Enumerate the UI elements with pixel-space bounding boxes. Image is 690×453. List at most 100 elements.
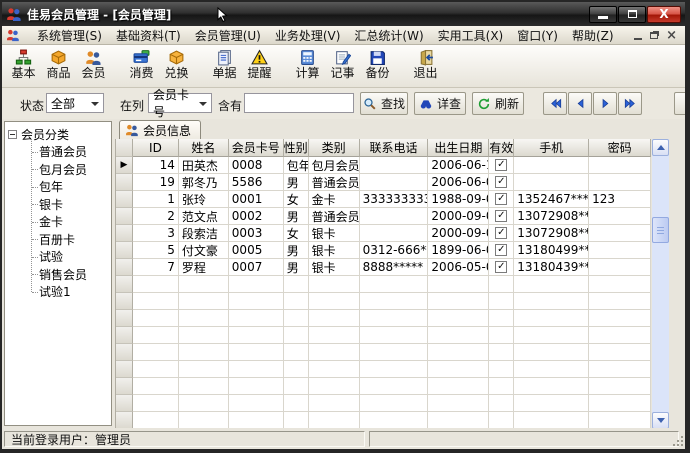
cell-mobile[interactable] — [514, 157, 589, 174]
cell-id[interactable]: 14 — [133, 157, 179, 174]
menu-item-3[interactable]: 会员管理(U) — [188, 26, 268, 45]
toolbar-button-members[interactable]: 会员 — [76, 48, 111, 85]
maximize-button[interactable] — [618, 6, 646, 23]
valid-checkbox[interactable]: ✓ — [495, 244, 507, 256]
cell-id[interactable]: 7 — [133, 259, 179, 276]
cell-valid[interactable]: ✓ — [489, 259, 514, 276]
mdi-close-button[interactable]: × — [666, 29, 677, 42]
menu-item-2[interactable]: 基础资料(T) — [109, 26, 188, 45]
toolbar-button-backup-disk[interactable]: 备份 — [360, 48, 395, 85]
column-header-id[interactable]: ID — [133, 139, 179, 157]
cell-category[interactable]: 银卡 — [309, 259, 360, 276]
cell-password[interactable] — [589, 208, 651, 225]
cell-phone[interactable]: 0312-666***** — [360, 242, 429, 259]
cell-valid[interactable]: ✓ — [489, 208, 514, 225]
cell-birth[interactable]: 2006-06-07 — [428, 174, 489, 191]
sidebar-item-3[interactable]: 包年 — [5, 178, 111, 196]
sidebar-item-8[interactable]: 销售会员 — [5, 266, 111, 284]
menu-item-7[interactable]: 窗口(Y) — [510, 26, 565, 45]
row-selector[interactable] — [116, 174, 133, 191]
sidebar-item-1[interactable]: 普通会员 — [5, 143, 111, 161]
cell-birth[interactable]: 1988-09-08 — [428, 191, 489, 208]
mdi-minimize-button[interactable] — [634, 38, 642, 40]
cell-name[interactable]: 郭冬乃 — [179, 174, 229, 191]
cell-mobile[interactable] — [514, 174, 589, 191]
cell-phone[interactable] — [360, 208, 429, 225]
cell-category[interactable]: 银卡 — [309, 225, 360, 242]
status-select[interactable]: 全部 — [46, 93, 104, 113]
cell-password[interactable] — [589, 174, 651, 191]
column-header-mobile[interactable]: 手机 — [514, 139, 589, 157]
valid-checkbox[interactable]: ✓ — [495, 159, 507, 171]
column-header-birth[interactable]: 出生日期 — [428, 139, 489, 157]
cell-gender[interactable]: 包年 — [284, 157, 309, 174]
row-selector[interactable] — [116, 259, 133, 276]
valid-checkbox[interactable]: ✓ — [495, 193, 507, 205]
column-header-gender[interactable]: 性别 — [284, 139, 309, 157]
row-selector[interactable] — [116, 242, 133, 259]
column-header-category[interactable]: 类别 — [309, 139, 360, 157]
cell-password[interactable] — [589, 242, 651, 259]
cell-name[interactable]: 段索洁 — [179, 225, 229, 242]
valid-checkbox[interactable]: ✓ — [495, 261, 507, 273]
refresh-button[interactable]: 刷新 — [472, 92, 524, 115]
cell-phone[interactable] — [360, 225, 429, 242]
cell-card[interactable]: 0002 — [229, 208, 284, 225]
sidebar-item-5[interactable]: 金卡 — [5, 213, 111, 231]
row-selector[interactable]: ▶ — [116, 157, 133, 174]
find-button[interactable]: 查找 — [360, 92, 408, 115]
cell-name[interactable]: 田英杰 — [179, 157, 229, 174]
detail-button[interactable]: 详查 — [414, 92, 466, 115]
scrollbar-thumb[interactable] — [652, 217, 669, 243]
table-row[interactable]: 19郭冬乃5586男普通会员2006-06-07✓ — [116, 174, 651, 191]
print-button[interactable] — [674, 92, 690, 115]
cell-card[interactable]: 0003 — [229, 225, 284, 242]
cell-birth[interactable]: 2006-05-01 — [428, 259, 489, 276]
menu-item-1[interactable]: 系统管理(S) — [30, 26, 109, 45]
row-selector[interactable] — [116, 208, 133, 225]
cell-phone[interactable]: 8888***** — [360, 259, 429, 276]
row-selector[interactable] — [116, 225, 133, 242]
column-header-name[interactable]: 姓名 — [179, 139, 229, 157]
cell-name[interactable]: 张玲 — [179, 191, 229, 208]
column-header-valid[interactable]: 有效 — [489, 139, 514, 157]
cell-card[interactable]: 0008 — [229, 157, 284, 174]
toolbar-button-pay-card[interactable]: 消费 — [124, 48, 159, 85]
scroll-up-button[interactable] — [652, 139, 669, 156]
cell-mobile[interactable]: 13180499*** — [514, 242, 589, 259]
tree-root-member-categories[interactable]: 会员分类 — [5, 126, 111, 143]
last-record-button[interactable] — [618, 92, 642, 115]
cell-mobile[interactable]: 13072908*** — [514, 208, 589, 225]
close-button[interactable]: X — [647, 6, 681, 23]
cell-birth[interactable]: 2006-06-10 — [428, 157, 489, 174]
cell-card[interactable]: 0007 — [229, 259, 284, 276]
table-row[interactable]: 3段索洁0003女银卡2000-09-09✓13072908*** — [116, 225, 651, 242]
toolbar-button-org-tree[interactable]: 基本 — [6, 48, 41, 85]
cell-phone[interactable]: 3333333333 — [360, 191, 429, 208]
cell-card[interactable]: 0001 — [229, 191, 284, 208]
table-row[interactable]: 2范文点0002男普通会员2000-09-01✓13072908*** — [116, 208, 651, 225]
cell-gender[interactable]: 男 — [284, 174, 309, 191]
sidebar-item-6[interactable]: 百册卡 — [5, 231, 111, 249]
cell-phone[interactable] — [360, 157, 429, 174]
cell-category[interactable]: 金卡 — [309, 191, 360, 208]
toolbar-button-alert-warning[interactable]: 提醒 — [242, 48, 277, 85]
cell-mobile[interactable]: 13072908*** — [514, 225, 589, 242]
toolbar-button-notes[interactable]: 记事 — [325, 48, 360, 85]
resize-grip[interactable] — [673, 436, 683, 446]
cell-category[interactable]: 普通会员 — [309, 208, 360, 225]
table-row[interactable]: 1张玲0001女金卡33333333331988-09-08✓1352467**… — [116, 191, 651, 208]
cell-birth[interactable]: 1899-06-01 — [428, 242, 489, 259]
cell-category[interactable]: 普通会员 — [309, 174, 360, 191]
toolbar-button-goods-box[interactable]: 商品 — [41, 48, 76, 85]
table-row[interactable]: ▶14田英杰0008包年包月会员2006-06-10✓ — [116, 157, 651, 174]
valid-checkbox[interactable]: ✓ — [495, 210, 507, 222]
previous-record-button[interactable] — [568, 92, 592, 115]
cell-valid[interactable]: ✓ — [489, 157, 514, 174]
next-record-button[interactable] — [593, 92, 617, 115]
toolbar-button-exit-door[interactable]: 退出 — [408, 48, 443, 85]
cell-mobile[interactable]: 1352467**** — [514, 191, 589, 208]
tab-member-info[interactable]: 会员信息 — [119, 120, 201, 139]
scroll-down-button[interactable] — [652, 412, 669, 429]
column-header-password[interactable]: 密码 — [589, 139, 651, 157]
